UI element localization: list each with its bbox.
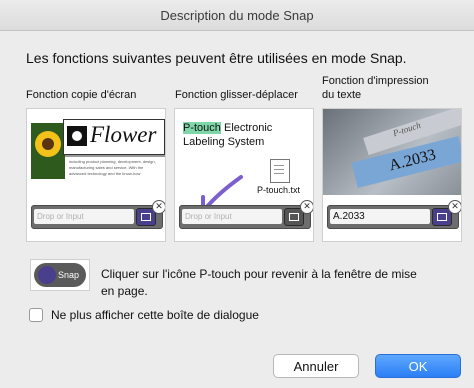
column-label-text-print-line2: du texte: [322, 89, 362, 101]
snap-input-screen-capture: Drop or Input: [34, 209, 134, 224]
highlighted-word: P-touch: [183, 122, 221, 134]
snap-icon-illustration: Snap: [30, 259, 90, 291]
snap-icon-body: Snap: [34, 263, 86, 287]
text-print-illustration: P-touch A.2033 A.2033 ✕: [322, 108, 462, 242]
screen-capture-illustration: Flower including product planning, devel…: [26, 108, 166, 242]
snap-bar-drag-drop: Drop or Input ✕: [179, 200, 313, 229]
sunflower-image: [31, 123, 65, 179]
drag-text-line2: Labeling System: [183, 136, 265, 148]
close-icon: ✕: [448, 200, 461, 214]
snap-bar-screen-capture: Drop or Input ✕: [31, 200, 165, 229]
cancel-button[interactable]: Annuler: [273, 354, 359, 378]
snap-input-drag-drop: Drop or Input: [182, 209, 282, 224]
snap-input-text-print: A.2033: [330, 209, 430, 224]
column-label-text-print: Fonction d'impression du texte: [322, 74, 429, 102]
close-icon: ✕: [152, 200, 165, 214]
snap-icon-label: Snap: [58, 270, 80, 280]
drag-text: P-touch Electronic Labeling System: [183, 121, 272, 149]
flower-logo-icon: [67, 126, 87, 146]
dont-show-again-checkbox[interactable]: [29, 308, 43, 322]
text-file-icon: [270, 159, 290, 183]
capture-frame: Flower: [63, 119, 165, 155]
window-title: Description du mode Snap: [160, 7, 314, 23]
column-label-text-print-line1: Fonction d'impression: [322, 75, 429, 87]
drag-drop-illustration: P-touch Electronic Labeling System P-tou…: [174, 108, 314, 242]
drag-text-line1-rest: Electronic: [220, 122, 273, 134]
ok-button[interactable]: OK: [375, 354, 461, 378]
capture-blurb: including product planning, development,…: [69, 159, 156, 176]
column-label-screen-capture: Fonction copie d'écran: [26, 88, 136, 102]
dont-show-again-row[interactable]: Ne plus afficher cette boîte de dialogue: [29, 308, 259, 322]
column-label-drag-drop-text: Fonction glisser-déplacer: [175, 89, 298, 101]
label-photo: P-touch A.2033: [323, 109, 461, 195]
dont-show-again-label: Ne plus afficher cette boîte de dialogue: [51, 308, 259, 322]
hint-line1: Cliquer sur l'icône P-touch pour revenir…: [101, 267, 417, 281]
hint-text: Cliquer sur l'icône P-touch pour revenir…: [101, 266, 417, 300]
column-label-drag-drop: Fonction glisser-déplacer: [175, 88, 298, 102]
intro-text: Les fonctions suivantes peuvent être uti…: [26, 50, 407, 66]
close-icon: ✕: [300, 200, 313, 214]
snap-bar-text-print: A.2033 ✕: [327, 200, 461, 229]
title-bar: Description du mode Snap: [0, 0, 474, 31]
file-name: P-touch.txt: [257, 185, 301, 195]
p-touch-snap-icon: [38, 266, 56, 284]
column-label-screen-capture-text: Fonction copie d'écran: [26, 89, 137, 101]
flower-title: Flower: [90, 122, 157, 147]
hint-line2: en page.: [101, 284, 148, 298]
